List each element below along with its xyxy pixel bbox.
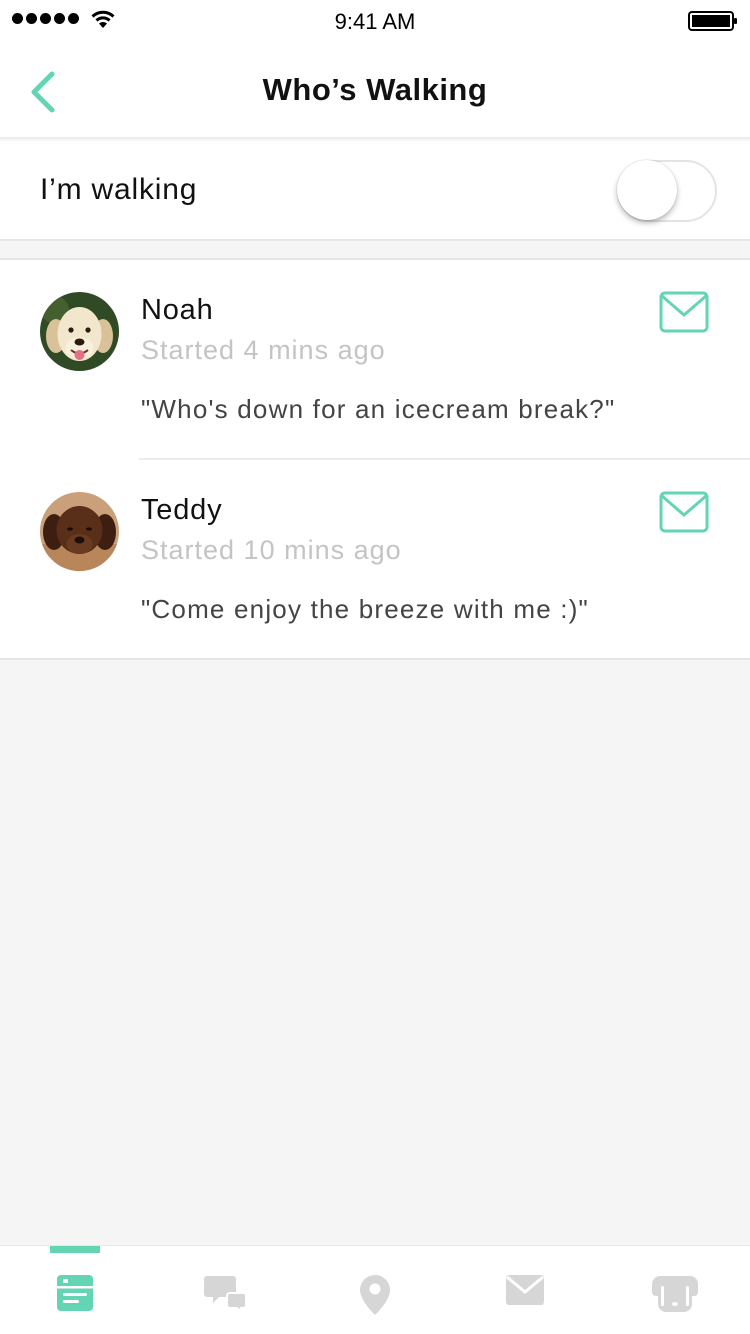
mail-icon: [659, 491, 709, 533]
walker-message: "Who's down for an icecream break?": [141, 394, 616, 424]
tab-bar: [0, 1245, 750, 1334]
tab-messages[interactable]: [450, 1246, 600, 1334]
walking-toggle-switch[interactable]: [617, 160, 717, 222]
mail-icon: [659, 291, 709, 333]
tab-profile[interactable]: [600, 1246, 750, 1334]
walker-list: Noah Started 4 mins ago "Who's down for …: [0, 258, 750, 660]
dog-face-icon: [652, 1276, 698, 1312]
battery-icon: [688, 11, 737, 31]
feed-card-icon: [57, 1275, 93, 1311]
chocolate-lab-puppy-avatar: [40, 492, 119, 571]
walker-name: Noah: [141, 294, 214, 326]
list-item[interactable]: Teddy Started 10 mins ago "Come enjoy th…: [0, 460, 750, 660]
tab-chat[interactable]: [150, 1246, 300, 1334]
status-time: 9:41 AM: [334, 9, 416, 34]
tab-feed[interactable]: [0, 1246, 150, 1334]
location-pin-icon: [360, 1275, 390, 1315]
walker-name: Teddy: [141, 494, 223, 526]
walking-toggle-label: I’m walking: [40, 173, 198, 206]
navigation-bar: Who’s Walking: [0, 40, 750, 139]
list-item[interactable]: Noah Started 4 mins ago "Who's down for …: [0, 260, 750, 460]
message-walker-button[interactable]: [659, 491, 709, 533]
walking-toggle-row: I’m walking: [0, 141, 750, 241]
walk-started-time: Started 4 mins ago: [141, 335, 386, 365]
golden-retriever-avatar: [40, 292, 119, 371]
message-walker-button[interactable]: [659, 291, 709, 333]
chat-bubbles-icon: [204, 1276, 247, 1312]
status-bar: 9:41 AM: [0, 0, 750, 40]
walker-message: "Come enjoy the breeze with me :)": [141, 594, 589, 624]
walk-started-time: Started 10 mins ago: [141, 535, 402, 565]
tab-map[interactable]: [300, 1246, 450, 1334]
page-title: Who’s Walking: [262, 72, 488, 107]
toggle-knob: [617, 160, 677, 220]
envelope-icon: [506, 1275, 544, 1305]
